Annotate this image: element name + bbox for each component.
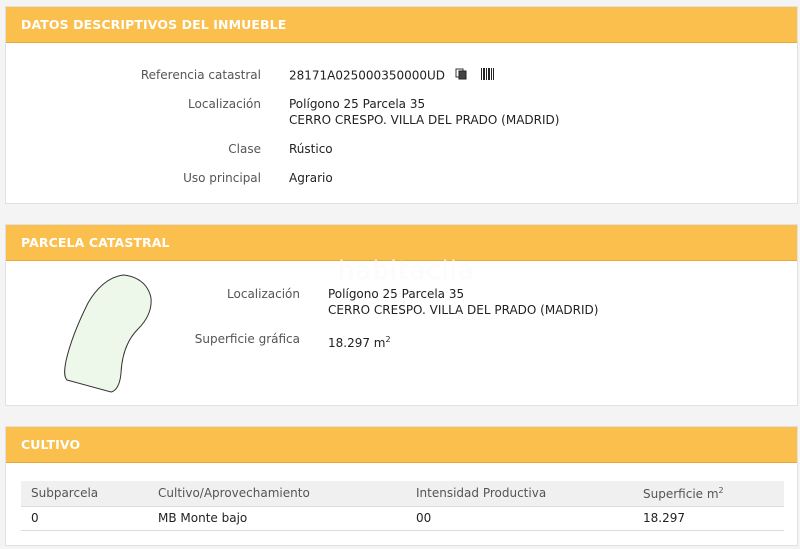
col-subparcela: Subparcela [21, 481, 148, 507]
superficie-grafica-number: 18.297 m [328, 336, 386, 350]
table-header-row: Subparcela Cultivo/Aprovechamiento Inten… [21, 481, 784, 507]
superficie-grafica-label: Superficie gráfica [194, 332, 300, 346]
cell-subparcela: 0 [21, 506, 148, 531]
ref-catastral-text[interactable]: 28171A025000350000UD [289, 69, 445, 83]
table-row: 0 MB Monte bajo 00 18.297 [21, 506, 784, 531]
barcode-icon[interactable] [480, 68, 494, 84]
panel-title: DATOS DESCRIPTIVOS DEL INMUEBLE [21, 17, 287, 32]
localizacion-line2: CERRO CRESPO. VILLA DEL PRADO (MADRID) [289, 113, 560, 127]
panel-parcela-catastral: PARCELA CATASTRAL Localización Polígono … [5, 224, 798, 406]
panel-cultivo: CULTIVO Subparcela Cultivo/Aprovechamien… [5, 426, 798, 546]
col-superficie-text: Superficie m [643, 486, 719, 501]
localizacion-label: Localización [188, 97, 261, 111]
superficie-exponent: 2 [385, 335, 391, 344]
copy-icon[interactable] [455, 68, 467, 84]
cultivo-table: Subparcela Cultivo/Aprovechamiento Inten… [21, 481, 784, 531]
cell-superficie: 18.297 [633, 506, 784, 531]
clase-value: Rústico [289, 142, 333, 156]
clase-label: Clase [228, 142, 261, 156]
cell-cultivo: MB Monte bajo [148, 506, 406, 531]
panel-datos-descriptivos: DATOS DESCRIPTIVOS DEL INMUEBLE Referenc… [5, 6, 798, 204]
ref-catastral-value: 28171A025000350000UD [289, 68, 494, 84]
ref-catastral-label: Referencia catastral [140, 68, 261, 82]
cell-intensidad: 00 [406, 506, 633, 531]
panel-title: PARCELA CATASTRAL [21, 235, 170, 250]
uso-principal-label: Uso principal [183, 171, 261, 185]
watermark-logo: habitaclia [338, 256, 475, 286]
col-cultivo: Cultivo/Aprovechamiento [148, 481, 406, 507]
parcela-localizacion-line1: Polígono 25 Parcela 35 [328, 287, 465, 301]
col-superficie-exponent: 2 [718, 485, 724, 495]
panel-title: CULTIVO [21, 437, 81, 452]
uso-principal-value: Agrario [289, 171, 333, 185]
parcela-localizacion-label: Localización [227, 287, 300, 301]
panel-header: CULTIVO [6, 427, 797, 463]
col-intensidad: Intensidad Productiva [406, 481, 633, 507]
panel-header: DATOS DESCRIPTIVOS DEL INMUEBLE [6, 7, 797, 43]
parcela-localizacion-line2: CERRO CRESPO. VILLA DEL PRADO (MADRID) [328, 303, 599, 317]
superficie-grafica-value: 18.297 m2 [328, 332, 391, 351]
col-superficie: Superficie m2 [633, 481, 784, 507]
localizacion-line1: Polígono 25 Parcela 35 [289, 97, 426, 111]
